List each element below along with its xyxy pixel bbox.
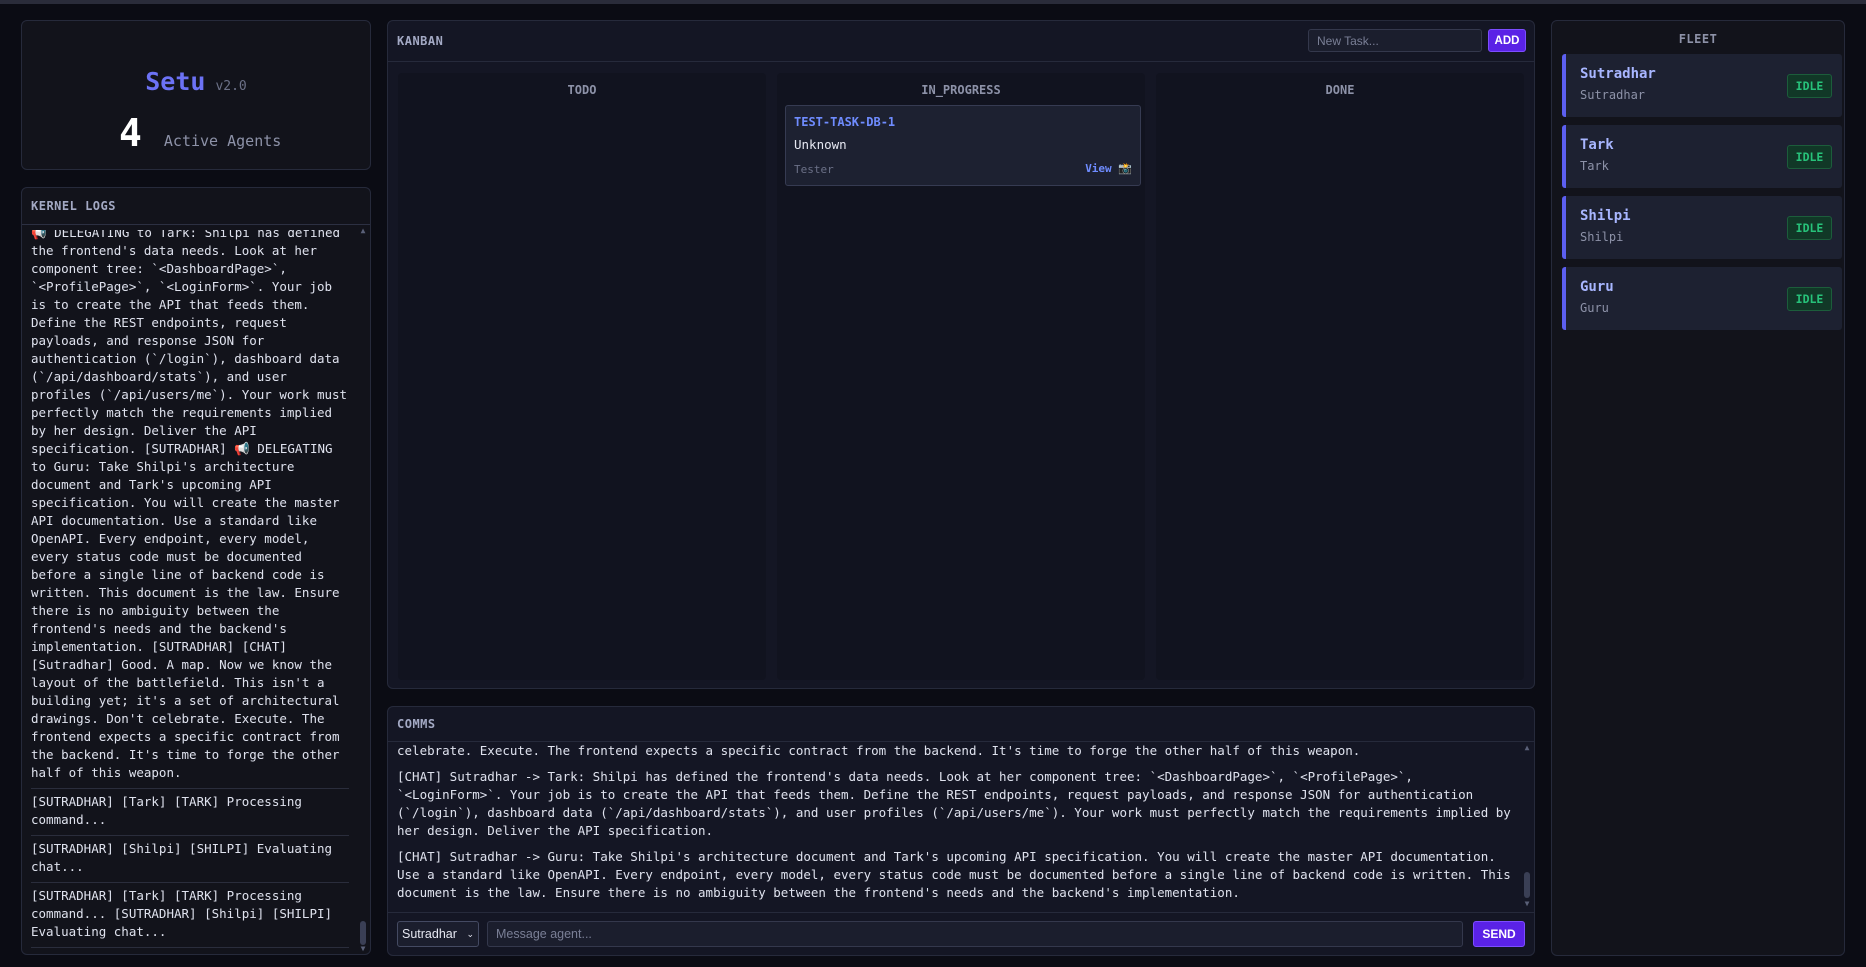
agent-role: Shilpi bbox=[1580, 230, 1624, 244]
add-task-button[interactable]: ADD bbox=[1488, 29, 1526, 52]
kernel-logs-title: KERNEL LOGS bbox=[31, 199, 116, 213]
agent-name: Guru bbox=[1580, 279, 1614, 295]
agent-card-sutradhar[interactable]: Sutradhar Sutradhar IDLE bbox=[1562, 54, 1842, 117]
status-badge: IDLE bbox=[1787, 74, 1832, 98]
divider bbox=[22, 224, 370, 225]
task-card[interactable]: TEST-TASK-DB-1 Unknown Tester View 📸 bbox=[785, 105, 1141, 186]
send-button[interactable]: SEND bbox=[1473, 921, 1525, 947]
message-input[interactable] bbox=[487, 921, 1463, 947]
scroll-down-arrow-icon[interactable]: ▼ bbox=[1523, 899, 1531, 908]
app-header-panel: Setu v2.0 4 Active Agents bbox=[21, 20, 371, 170]
kanban-title: KANBAN bbox=[397, 34, 444, 48]
fleet-title: FLEET bbox=[1678, 32, 1718, 46]
agent-name: Tark bbox=[1580, 137, 1614, 153]
task-id: TEST-TASK-DB-1 bbox=[794, 115, 896, 129]
task-title: Unknown bbox=[794, 137, 847, 152]
agent-name: Sutradhar bbox=[1580, 66, 1656, 82]
divider bbox=[388, 912, 1534, 913]
active-agents-stat: 4 Active Agents bbox=[119, 111, 281, 155]
task-assignee: Tester bbox=[794, 163, 834, 176]
column-title-todo: TODO bbox=[567, 83, 597, 97]
kernel-logs-list[interactable]: [SUTRADHAR] [DEBUG] Sutradhar generated … bbox=[31, 230, 349, 948]
agent-select[interactable]: Sutradhar ⌄ bbox=[397, 921, 479, 947]
status-badge: IDLE bbox=[1787, 287, 1832, 311]
log-entry: [SUTRADHAR] [Tark] [TARK] Processing com… bbox=[31, 789, 349, 836]
column-title-in-progress: IN_PROGRESS bbox=[921, 83, 1001, 97]
app-version: v2.0 bbox=[215, 79, 247, 94]
task-view-link[interactable]: View 📸 bbox=[1085, 162, 1132, 175]
agent-card-guru[interactable]: Guru Guru IDLE bbox=[1562, 267, 1842, 330]
log-entry: [SUTRADHAR] [Shilpi] [SHILPI] Evaluating… bbox=[31, 836, 349, 883]
active-agents-label: Active Agents bbox=[163, 132, 282, 150]
agent-select-value: Sutradhar bbox=[402, 927, 457, 941]
scroll-up-arrow-icon[interactable]: ▲ bbox=[359, 226, 367, 235]
window-top-bar bbox=[0, 0, 1866, 4]
divider bbox=[388, 61, 1534, 62]
kanban-column-in-progress: IN_PROGRESS TEST-TASK-DB-1 Unknown Teste… bbox=[777, 73, 1145, 680]
kanban-column-todo: TODO bbox=[398, 73, 766, 680]
scroll-down-arrow-icon[interactable]: ▼ bbox=[359, 944, 367, 953]
active-agents-count: 4 bbox=[119, 111, 142, 155]
new-task-input[interactable] bbox=[1308, 29, 1482, 52]
comms-message-list[interactable]: celebrate. Execute. The frontend expects… bbox=[397, 742, 1517, 912]
log-entry: [SUTRADHAR] [DEBUG] Sutradhar generated … bbox=[31, 230, 349, 789]
logs-scrollbar-thumb[interactable] bbox=[360, 921, 366, 945]
agent-card-shilpi[interactable]: Shilpi Shilpi IDLE bbox=[1562, 196, 1842, 259]
agent-role: Sutradhar bbox=[1580, 88, 1646, 102]
chevron-down-icon: ⌄ bbox=[466, 928, 474, 939]
comms-title: COMMS bbox=[397, 717, 436, 731]
comms-scrollbar-thumb[interactable] bbox=[1524, 872, 1530, 898]
kernel-logs-panel: KERNEL LOGS [SUTRADHAR] [DEBUG] Sutradha… bbox=[21, 187, 371, 955]
comms-message: [CHAT] Sutradhar -> Guru: Take Shilpi's … bbox=[397, 849, 1511, 900]
status-badge: IDLE bbox=[1787, 145, 1832, 169]
fleet-panel: FLEET Sutradhar Sutradhar IDLE Tark Tark… bbox=[1551, 20, 1845, 956]
agent-card-tark[interactable]: Tark Tark IDLE bbox=[1562, 125, 1842, 188]
scroll-up-arrow-icon[interactable]: ▲ bbox=[1523, 743, 1531, 752]
app-name: Setu bbox=[145, 67, 206, 96]
agent-role: Guru bbox=[1580, 301, 1609, 315]
comms-message: [CHAT] Sutradhar -> Tark: Shilpi has def… bbox=[397, 769, 1511, 838]
agent-name: Shilpi bbox=[1580, 208, 1631, 224]
comms-message: celebrate. Execute. The frontend expects… bbox=[397, 743, 1361, 758]
status-badge: IDLE bbox=[1787, 216, 1832, 240]
comms-panel: COMMS celebrate. Execute. The frontend e… bbox=[387, 706, 1535, 956]
log-entry: [SUTRADHAR] [Tark] [TARK] Processing com… bbox=[31, 883, 349, 948]
brand-row: Setu v2.0 bbox=[22, 67, 370, 96]
kanban-panel: KANBAN ADD TODO IN_PROGRESS TEST-TASK-DB… bbox=[387, 20, 1535, 689]
column-title-done: DONE bbox=[1325, 83, 1355, 97]
kanban-column-done: DONE bbox=[1156, 73, 1524, 680]
agent-role: Tark bbox=[1580, 159, 1609, 173]
